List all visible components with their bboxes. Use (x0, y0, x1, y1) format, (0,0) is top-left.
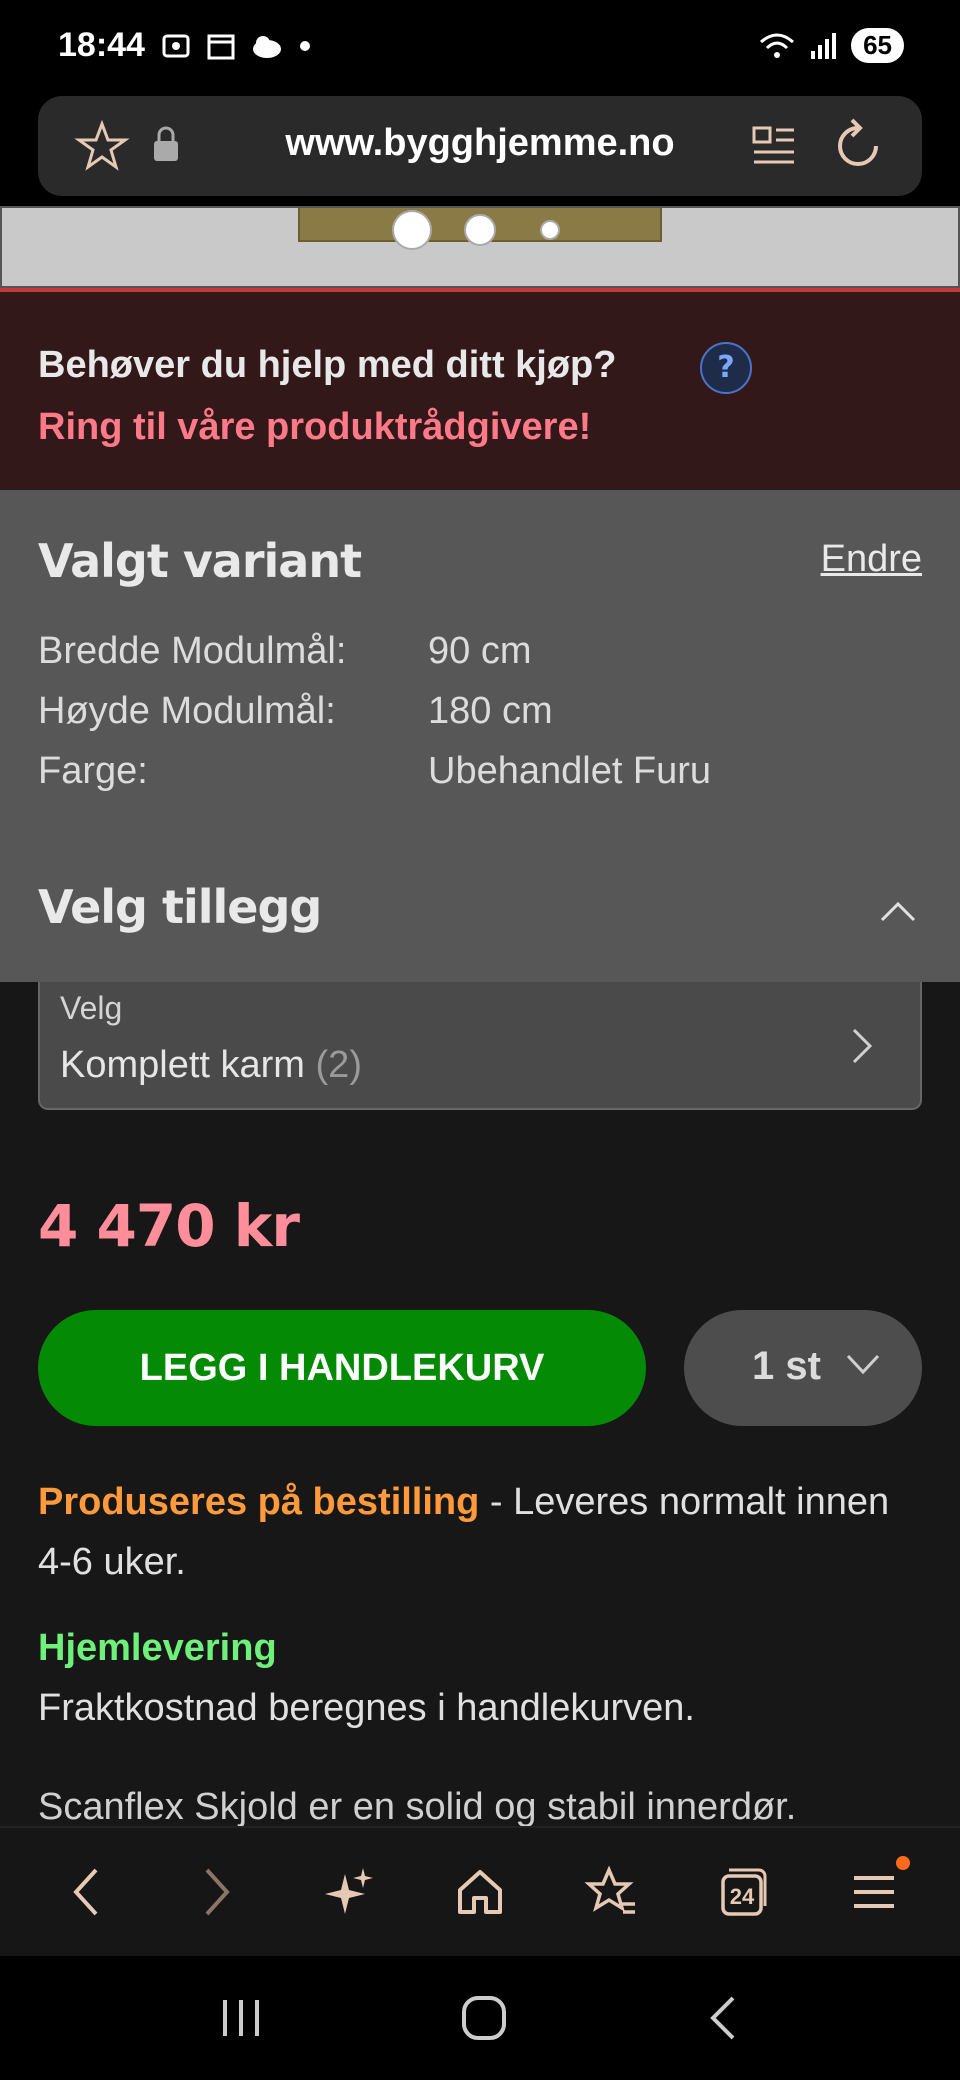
signal-icon (811, 32, 837, 59)
product-image-carousel[interactable] (0, 206, 960, 288)
help-banner[interactable]: Behøver du hjelp med ditt kjøp? ? Ring t… (0, 288, 960, 490)
reader-icon[interactable] (750, 122, 798, 170)
status-bar: 18:44 65 (0, 0, 960, 96)
chevron-up-icon[interactable] (880, 894, 916, 930)
delivery-status: Produseres på bestilling - Leveres norma… (38, 1472, 922, 1592)
battery-indicator: 65 (851, 28, 904, 63)
help-question-icon[interactable]: ? (700, 342, 752, 394)
home-nav-icon[interactable] (458, 1992, 510, 2044)
spec-label: Høyde Modulmål: (38, 690, 336, 732)
favorites-icon (584, 1865, 636, 1914)
change-variant-link[interactable]: Endre (821, 538, 922, 581)
carousel-dot-active[interactable] (392, 210, 432, 250)
description-preview: Scanflex Skjold er en solid og stabil in… (38, 1786, 797, 1828)
dot-icon (300, 41, 310, 51)
carousel-dot[interactable] (540, 220, 560, 240)
delivery-status-highlight: Produseres på bestilling (38, 1481, 480, 1523)
spec-value: 90 cm (428, 630, 532, 672)
svg-text:24: 24 (730, 1884, 755, 1909)
home-button[interactable] (440, 1852, 520, 1932)
addon-select-label: Velg (60, 990, 123, 1026)
calendar-icon (207, 34, 235, 60)
back-icon (73, 1868, 98, 1916)
status-system-icons: 65 (757, 28, 904, 63)
addon-select[interactable]: Velg Komplett karm (2) (38, 982, 922, 1110)
chevron-right-icon[interactable] (846, 1026, 876, 1066)
back-nav-icon[interactable] (703, 1992, 743, 2044)
carousel-dot[interactable] (464, 214, 496, 246)
address-bar[interactable]: www.bygghjemme.no (38, 96, 922, 196)
status-notification-icons (160, 30, 312, 62)
menu-button[interactable] (834, 1852, 914, 1932)
wifi-icon (760, 33, 795, 58)
addons-title[interactable]: Velg tillegg (38, 880, 322, 934)
recent-apps-icon[interactable] (217, 1994, 265, 2042)
variant-panel: Valgt variant Endre Bredde Modulmål: 90 … (0, 490, 960, 982)
cloud-icon (253, 36, 281, 58)
home-delivery-title: Hjemlevering (38, 1627, 277, 1669)
system-navigation-bar (0, 1956, 960, 2080)
spec-value: 180 cm (428, 690, 553, 732)
addon-select-value: Komplett karm (2) (60, 1044, 362, 1086)
spec-value: Ubehandlet Furu (428, 750, 712, 792)
forward-button[interactable] (177, 1852, 257, 1932)
menu-icon (854, 1876, 895, 1908)
home-icon (457, 1870, 502, 1914)
home-delivery-text: Fraktkostnad beregnes i handlekurven. (38, 1687, 695, 1729)
screenshot-icon (162, 34, 190, 58)
quantity-value: 1 st (752, 1344, 821, 1388)
help-call-link[interactable]: Ring til våre produktrådgivere! (38, 406, 591, 449)
help-title: Behøver du hjelp med ditt kjøp? (38, 344, 617, 386)
tabs-icon: 24 (721, 1868, 767, 1916)
status-time: 18:44 (58, 26, 145, 64)
favorites-button[interactable] (571, 1852, 651, 1932)
sparkle-icon (324, 1868, 373, 1914)
add-to-cart-button[interactable]: LEGG I HANDLEKURV (38, 1310, 646, 1426)
notification-dot (896, 1856, 911, 1870)
assistant-button[interactable] (309, 1852, 389, 1932)
quantity-select[interactable]: 1 st (684, 1310, 922, 1426)
product-price: 4 470 kr (38, 1192, 300, 1260)
browser-toolbar: 24 (0, 1826, 960, 1956)
tabs-button[interactable]: 24 (703, 1852, 783, 1932)
addon-count: (2) (315, 1044, 362, 1086)
address-bar-container: www.bygghjemme.no (0, 96, 960, 206)
forward-icon (205, 1868, 230, 1916)
reload-icon[interactable] (830, 116, 886, 176)
back-button[interactable] (46, 1852, 126, 1932)
chevron-down-icon[interactable] (846, 1350, 880, 1380)
spec-label: Bredde Modulmål: (38, 630, 347, 672)
variant-title: Valgt variant (38, 534, 362, 588)
spec-label: Farge: (38, 750, 148, 792)
